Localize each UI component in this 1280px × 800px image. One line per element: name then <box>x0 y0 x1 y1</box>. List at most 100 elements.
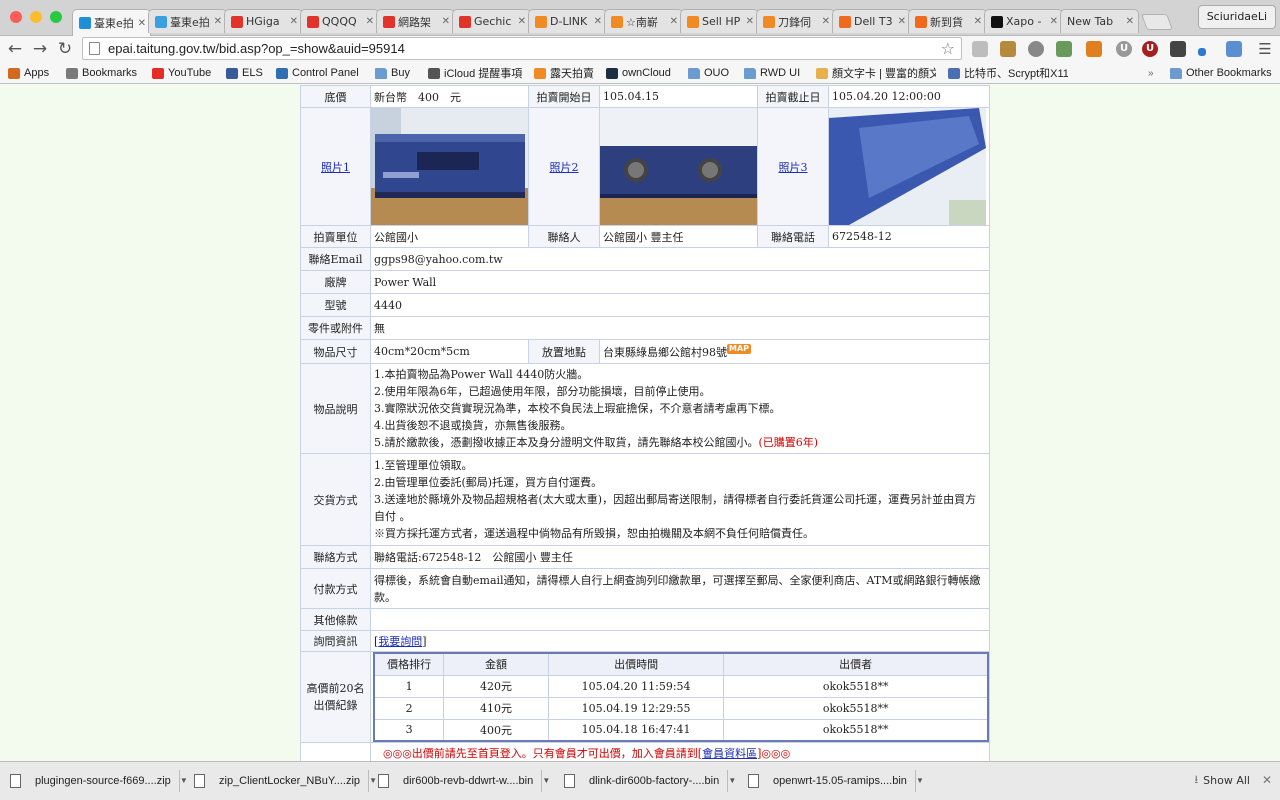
dot-extension-icon[interactable] <box>1198 48 1206 56</box>
wallet-extension-icon[interactable] <box>1000 41 1016 57</box>
tab-close-icon[interactable]: ✕ <box>822 16 830 27</box>
tab-close-icon[interactable]: ✕ <box>138 18 146 29</box>
page-info-icon[interactable] <box>89 42 100 55</box>
location-cell: 台東縣綠島鄉公館村98號 MAP <box>599 339 990 364</box>
browser-tab[interactable]: Xapo - ✕ <box>984 9 1063 33</box>
calculator-extension-icon[interactable] <box>1086 41 1102 57</box>
description-line: 4.出貨後恕不退或換貨，亦無售後服務。 <box>374 419 572 432</box>
browser-tab[interactable]: 刀鋒伺 ✕ <box>756 9 835 33</box>
chevron-down-icon[interactable]: ▼ <box>368 770 377 792</box>
chevron-down-icon[interactable]: ▼ <box>727 770 736 792</box>
tab-strip: 臺東e拍 ✕ 臺東e拍 ✕ HGiga ✕ QQQQ ✕ 網路架 ✕ Gechic ✕ D-LINK ✕ ☆… <box>0 0 1280 36</box>
tab-close-icon[interactable]: ✕ <box>1126 16 1134 27</box>
cast-extension-icon[interactable] <box>972 41 988 57</box>
tab-close-icon[interactable]: ✕ <box>1050 16 1058 27</box>
bookmark-youtube[interactable]: YouTube <box>152 65 211 81</box>
network-extension-icon[interactable] <box>1056 41 1072 57</box>
bookmark-other[interactable]: Other Bookmarks <box>1170 65 1272 81</box>
bookmark-label: YouTube <box>168 67 212 79</box>
tab-close-icon[interactable]: ✕ <box>670 16 678 27</box>
download-item[interactable]: openwrt-15.05-ramips....bin ▼ <box>748 769 924 793</box>
browser-tab[interactable]: 臺東e拍 ✕ <box>148 9 227 33</box>
bookmark-folder-buy[interactable]: Buy <box>375 65 410 81</box>
profile-button[interactable]: SciuridaeLi <box>1197 5 1276 29</box>
photo2-cell-image <box>599 107 758 226</box>
map-badge-icon[interactable]: MAP <box>727 343 752 354</box>
browser-tab[interactable]: ☆南嶄 ✕ <box>604 9 683 33</box>
browser-tab[interactable]: Gechic ✕ <box>452 9 531 33</box>
reload-icon[interactable]: ↻ <box>54 38 76 60</box>
tab-close-icon[interactable]: ✕ <box>746 16 754 27</box>
tab-close-icon[interactable]: ✕ <box>518 16 526 27</box>
bookmark-star-icon[interactable]: ☆ <box>941 39 955 58</box>
more-bookmarks-chevron-icon[interactable]: » <box>1148 65 1154 81</box>
email-label: 聯絡Email <box>300 247 371 271</box>
photo1-image[interactable] <box>371 108 528 225</box>
bookmark-bookmarks[interactable]: Bookmarks <box>66 65 137 81</box>
bookmark-kaomoji[interactable]: 顏文字卡 | 豐富的顏文 <box>816 65 936 81</box>
photo1-link[interactable]: 照片1 <box>321 161 350 174</box>
u-extension-icon[interactable]: U <box>1116 41 1132 57</box>
camera-extension-icon[interactable] <box>1226 41 1242 57</box>
tab-close-icon[interactable]: ✕ <box>366 16 374 27</box>
browser-tab[interactable]: New Tab ✕ <box>1060 9 1139 33</box>
tab-close-icon[interactable]: ✕ <box>442 16 450 27</box>
bookmark-els[interactable]: ELS <box>226 65 263 81</box>
bookmark-label: Other Bookmarks <box>1186 67 1272 79</box>
vpn-extension-icon[interactable] <box>1028 41 1044 57</box>
browser-tab[interactable]: Dell T3 ✕ <box>832 9 911 33</box>
new-tab-button[interactable] <box>1141 14 1173 30</box>
bidder: okok5518** <box>723 696 989 720</box>
menu-icon[interactable]: ☰ <box>1254 38 1276 60</box>
chevron-down-icon[interactable]: ▼ <box>178 770 188 792</box>
bookmark-icloud[interactable]: iCloud 提醒事項 <box>428 65 522 81</box>
bookmark-control-panel[interactable]: Control Panel <box>276 65 359 81</box>
download-item[interactable]: dlink-dir600b-factory-....bin ▼ <box>564 769 736 793</box>
photo3-link[interactable]: 照片3 <box>779 161 808 174</box>
browser-tab[interactable]: 新到貨 ✕ <box>908 9 987 33</box>
download-item[interactable]: dir600b-revb-ddwrt-w....bin ▼ <box>378 769 550 793</box>
browser-tab[interactable]: QQQQ ✕ <box>300 9 379 33</box>
bid-time: 105.04.20 11:59:54 <box>547 674 725 698</box>
inquiry-link[interactable]: 我要詢問 <box>378 635 422 648</box>
chevron-down-icon[interactable]: ▼ <box>914 770 924 792</box>
bookmark-folder-ouo[interactable]: OUO <box>688 65 729 81</box>
back-arrow-icon[interactable]: ← <box>4 38 26 60</box>
ublock-extension-icon[interactable]: U <box>1142 41 1158 57</box>
bookmark-ruten[interactable]: 露天拍賣 <box>534 65 594 81</box>
address-bar[interactable]: epai.taitung.gov.tw/bid.asp?op_=show&aui… <box>82 37 962 60</box>
show-all-downloads-button[interactable]: ⭳ Show All <box>1194 771 1250 790</box>
incognito-extension-icon[interactable] <box>1170 41 1186 57</box>
browser-tab[interactable]: Sell HP ✕ <box>680 9 759 33</box>
browser-tab[interactable]: HGiga ✕ <box>224 9 303 33</box>
browser-tab[interactable]: 臺東e拍 ✕ <box>72 9 151 36</box>
url-text[interactable]: epai.taitung.gov.tw/bid.asp?op_=show&aui… <box>108 41 941 56</box>
minimize-window-button[interactable] <box>30 11 42 23</box>
zoom-window-button[interactable] <box>50 11 62 23</box>
member-notice-suffix: ]◎◎◎ <box>757 747 791 760</box>
bookmark-label: 露天拍賣 <box>550 68 594 80</box>
download-item[interactable]: plugingen-source-f669....zip ▼ <box>10 769 188 793</box>
browser-tab[interactable]: D-LINK ✕ <box>528 9 607 33</box>
photo2-link[interactable]: 照片2 <box>550 161 579 174</box>
browser-tab[interactable]: 網路架 ✕ <box>376 9 455 33</box>
tab-close-icon[interactable]: ✕ <box>974 16 982 27</box>
tab-close-icon[interactable]: ✕ <box>214 16 222 27</box>
tab-close-icon[interactable]: ✕ <box>594 16 602 27</box>
member-area-link[interactable]: 會員資料區 <box>702 747 757 760</box>
chevron-down-icon[interactable]: ▼ <box>541 770 550 792</box>
bookmark-apps[interactable]: Apps <box>8 65 49 81</box>
email-value: ggps98@yahoo.com.tw <box>370 247 990 271</box>
bookmark-bitcoin[interactable]: 比特币、Scrypt和X11 <box>948 65 1068 81</box>
bookmark-label: ownCloud <box>622 67 671 79</box>
photo2-image[interactable] <box>600 108 757 225</box>
tab-close-icon[interactable]: ✕ <box>898 16 906 27</box>
download-item[interactable]: zip_ClientLocker_NBuY....zip ▼ <box>194 769 377 793</box>
tab-close-icon[interactable]: ✕ <box>290 16 298 27</box>
bookmark-folder-rwd-ui[interactable]: RWD UI <box>744 65 800 81</box>
photo3-image[interactable] <box>829 108 986 225</box>
bookmark-owncloud[interactable]: ownCloud <box>606 65 671 81</box>
close-window-button[interactable] <box>10 11 22 23</box>
forward-arrow-icon[interactable]: → <box>29 38 51 60</box>
close-icon[interactable]: ✕ <box>1262 773 1272 787</box>
